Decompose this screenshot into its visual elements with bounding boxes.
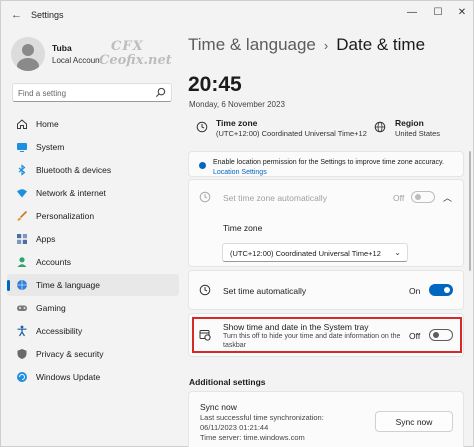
minimize-button[interactable]: — (401, 5, 423, 21)
accessibility-icon (17, 325, 27, 337)
window-title: Settings (31, 10, 64, 20)
set-time-zone-automatically-label: Set time zone automatically (223, 193, 327, 203)
sync-title: Sync now (200, 402, 237, 412)
search-input[interactable] (18, 86, 148, 100)
avatar[interactable] (11, 37, 45, 71)
set-time-zone-automatically-toggle (411, 191, 435, 203)
toggle-knob (444, 287, 450, 293)
set-time-automatically-toggle[interactable] (429, 284, 453, 296)
monitor-icon (17, 143, 27, 152)
close-button[interactable]: ✕ (451, 5, 473, 21)
maximize-button[interactable]: ☐ (427, 5, 449, 21)
watermark-line1: CFX (111, 39, 144, 54)
scrollbar[interactable] (469, 151, 471, 271)
time-zone-dropdown[interactable]: (UTC+12:00) Coordinated Universal Time+1… (222, 243, 408, 262)
sidebar-item-network[interactable]: Network & internet (7, 182, 179, 204)
sidebar-item-accounts[interactable]: Accounts (7, 251, 179, 273)
sidebar-item-apps[interactable]: Apps (7, 228, 179, 250)
sidebar-item-label: Network & internet (36, 188, 106, 198)
account-type: Local Account (52, 56, 102, 65)
sidebar-item-label: Accounts (36, 257, 71, 267)
search-icon[interactable] (155, 87, 166, 98)
bluetooth-icon (18, 164, 26, 176)
region-value: United States (395, 129, 441, 138)
sidebar-item-personalization[interactable]: Personalization (7, 205, 179, 227)
sync-now-button[interactable]: Sync now (375, 411, 453, 432)
settings-window: ← Settings — ☐ ✕ Tuba Local Account CFX … (0, 0, 474, 447)
sidebar-item-label: Bluetooth & devices (36, 165, 112, 175)
globe-icon (374, 121, 386, 133)
time-server: Time server: time.windows.com (200, 433, 305, 442)
location-banner: Enable location permission for the Setti… (188, 151, 464, 177)
gamepad-icon (17, 305, 27, 311)
sidebar-item-label: Time & language (36, 280, 100, 290)
selection-indicator (7, 280, 10, 291)
additional-settings-heading: Additional settings (189, 377, 266, 387)
set-time-zone-automatically-state: Off (393, 193, 405, 203)
wifi-icon (17, 189, 27, 198)
breadcrumb-separator: › (323, 38, 329, 53)
time-zone-select-label: Time zone (223, 223, 263, 233)
apps-icon (17, 234, 27, 244)
time-zone-value: (UTC+12:00) Coordinated Universal Time+1… (216, 129, 367, 138)
sidebar-item-time-language[interactable]: Time & language (7, 274, 179, 296)
chevron-down-icon: ⌄ (394, 248, 401, 257)
location-banner-text: Enable location permission for the Setti… (213, 159, 444, 166)
update-icon (17, 372, 27, 382)
time-zone-label: Time zone (216, 118, 258, 128)
toggle-knob (415, 194, 421, 200)
sidebar-item-system[interactable]: System (7, 136, 179, 158)
search-box[interactable] (12, 83, 172, 102)
last-sync-label: Last successful time synchronization: (200, 413, 324, 422)
time-zone-dropdown-value: (UTC+12:00) Coordinated Universal Time+1… (230, 249, 381, 258)
sidebar-item-windows-update[interactable]: Windows Update (7, 366, 179, 388)
set-time-automatically-state: On (409, 286, 421, 296)
sidebar-item-accessibility[interactable]: Accessibility (7, 320, 179, 342)
avatar-head (22, 44, 34, 56)
watermark-line2: Ceofix.net (99, 53, 172, 68)
time-zone-icon (196, 121, 208, 133)
sidebar-item-home[interactable]: Home (7, 113, 179, 135)
breadcrumb-parent[interactable]: Time & language (188, 35, 316, 54)
title-bar: ← Settings — ☐ ✕ (1, 1, 473, 27)
sidebar-item-label: Personalization (36, 211, 95, 221)
brush-icon (17, 210, 28, 221)
page-title: Date & time (336, 35, 426, 54)
highlight-box (192, 317, 462, 353)
globe-clock-icon (17, 280, 27, 290)
clock-icon (199, 284, 211, 296)
avatar-body (17, 58, 39, 71)
sidebar-item-label: System (36, 142, 65, 152)
set-time-automatically-label: Set time automatically (223, 286, 307, 296)
sidebar-item-gaming[interactable]: Gaming (7, 297, 179, 319)
location-settings-link[interactable]: Location Settings (213, 169, 267, 176)
set-time-automatically-card: Set time automatically On (188, 270, 464, 310)
sidebar-item-label: Windows Update (36, 372, 101, 382)
person-icon (17, 257, 27, 267)
sidebar-item-privacy[interactable]: Privacy & security (7, 343, 179, 365)
location-clock-icon (199, 191, 211, 203)
home-icon (17, 119, 27, 129)
sidebar-item-bluetooth[interactable]: Bluetooth & devices (7, 159, 179, 181)
current-time: 20:45 (188, 73, 242, 96)
sidebar-item-label: Accessibility (36, 326, 83, 336)
region-label: Region (395, 118, 424, 128)
info-icon (199, 162, 206, 169)
user-name: Tuba (52, 43, 72, 53)
shield-icon (17, 349, 27, 359)
chevron-up-icon[interactable]: ︿ (443, 191, 452, 204)
last-sync-timestamp: 06/11/2023 01:21:44 (200, 423, 269, 432)
sidebar-item-label: Home (36, 119, 59, 129)
breadcrumb: Time & language › Date & time (188, 35, 425, 55)
sidebar-item-label: Apps (36, 234, 56, 244)
current-date: Monday, 6 November 2023 (189, 100, 285, 109)
sidebar-item-label: Gaming (36, 303, 66, 313)
back-arrow-icon[interactable]: ← (11, 9, 22, 21)
sidebar-item-label: Privacy & security (36, 349, 104, 359)
